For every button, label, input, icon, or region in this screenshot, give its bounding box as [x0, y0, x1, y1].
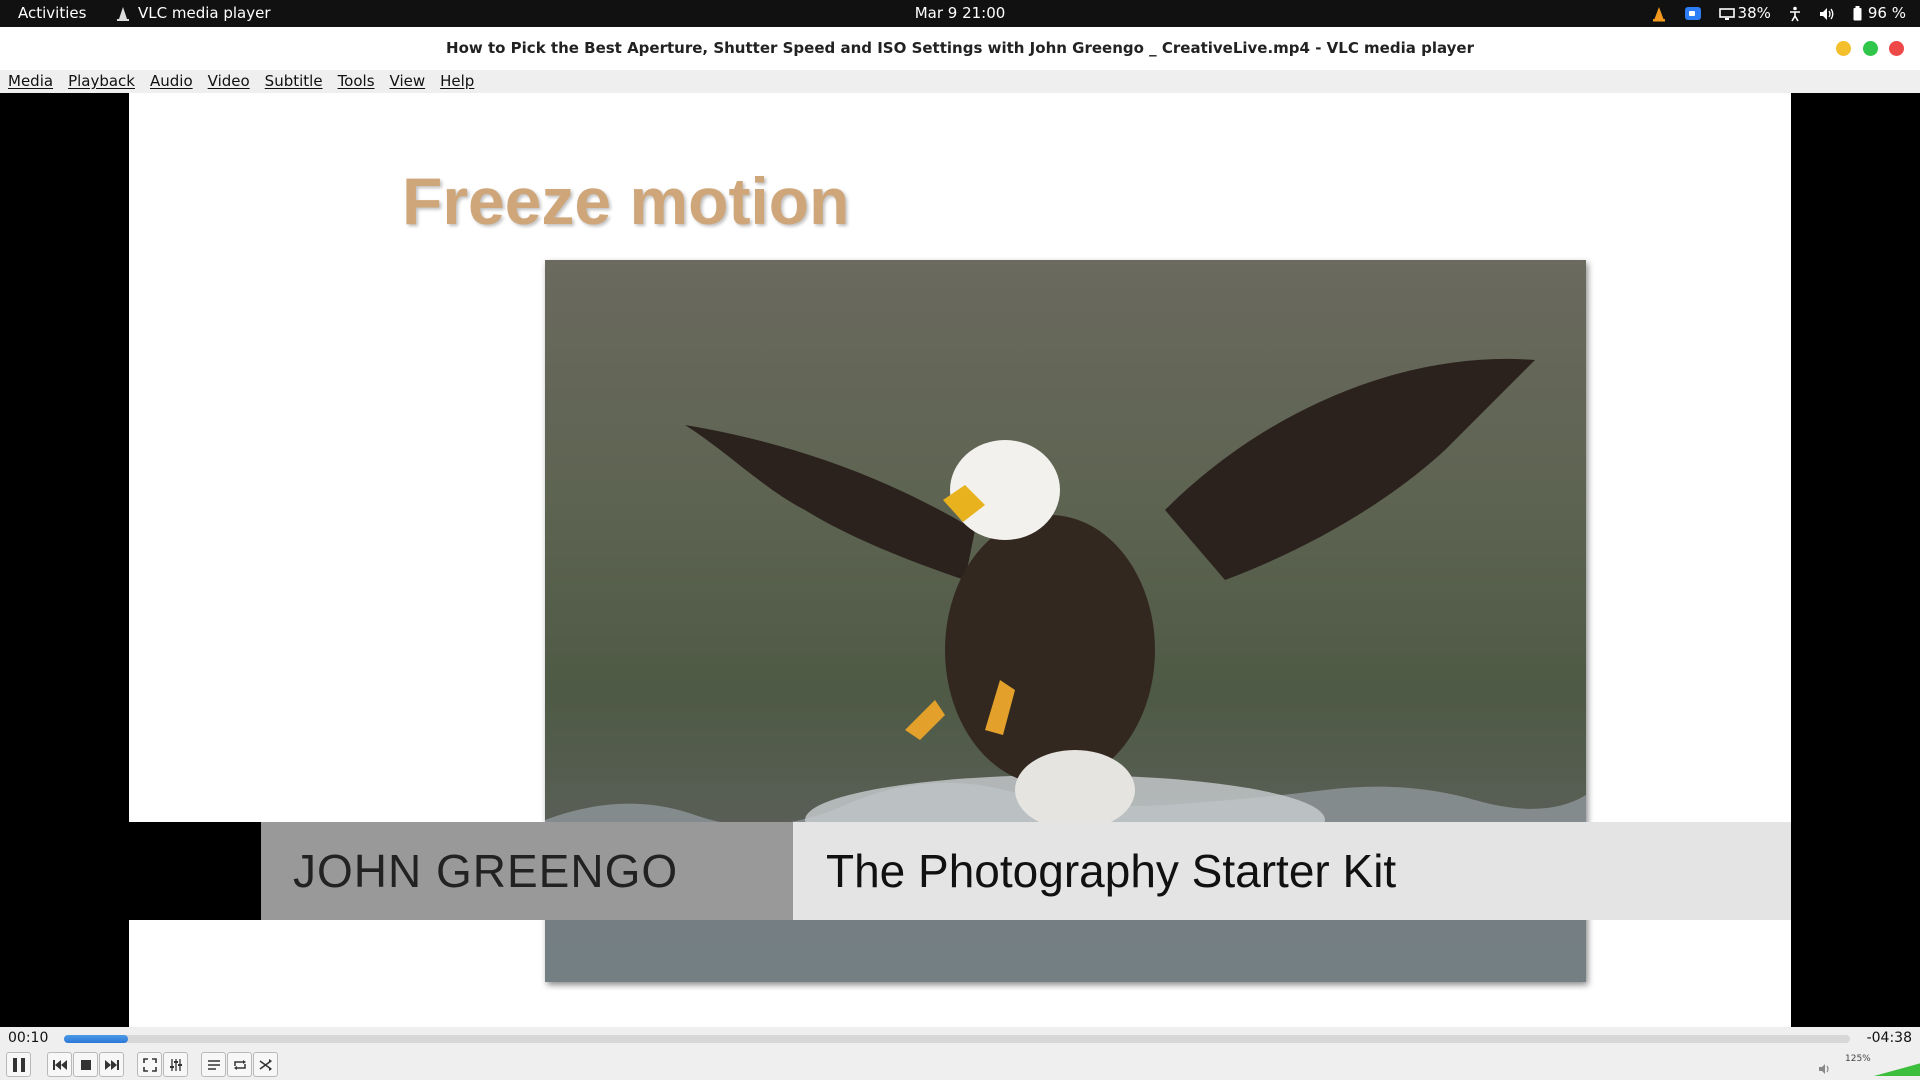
volume-slider[interactable] — [1874, 1054, 1920, 1078]
minimize-button[interactable] — [1836, 41, 1851, 56]
battery-indicator[interactable]: 96 % — [1853, 0, 1906, 27]
battery-icon — [1853, 6, 1862, 21]
equalizer-icon — [169, 1058, 182, 1071]
fullscreen-icon — [142, 1057, 157, 1072]
menu-media[interactable]: Media — [0, 70, 60, 93]
menu-subtitle[interactable]: Subtitle — [257, 70, 330, 93]
seek-progress — [64, 1035, 129, 1043]
shuffle-button[interactable] — [253, 1052, 278, 1077]
speaker-icon — [1819, 1064, 1829, 1074]
previous-button[interactable] — [47, 1052, 72, 1077]
next-icon — [104, 1059, 119, 1070]
stop-icon — [80, 1059, 91, 1070]
pause-button[interactable] — [6, 1052, 31, 1077]
video-frame: Freeze motion JOHN GREENGO The Photograp… — [129, 93, 1791, 1027]
volume-icon[interactable] — [1819, 7, 1835, 21]
accessibility-icon[interactable] — [1789, 6, 1801, 22]
lower-third-black-bar — [129, 822, 261, 920]
menu-playback[interactable]: Playback — [60, 70, 142, 93]
seek-bar[interactable] — [64, 1035, 1850, 1043]
battery-text: 96 % — [1867, 4, 1906, 22]
remaining-time[interactable]: -04:38 — [1867, 1030, 1912, 1046]
maximize-button[interactable] — [1863, 41, 1878, 56]
playlist-button[interactable] — [201, 1052, 226, 1077]
vlc-tray-icon[interactable] — [1651, 6, 1667, 22]
close-button[interactable] — [1889, 41, 1904, 56]
loop-icon — [233, 1059, 246, 1070]
next-button[interactable] — [99, 1052, 124, 1077]
stop-button[interactable] — [73, 1052, 98, 1077]
lower-third-name: JOHN GREENGO — [261, 822, 793, 920]
menu-tools[interactable]: Tools — [330, 70, 382, 93]
lower-third-title: The Photography Starter Kit — [793, 822, 1791, 920]
loop-button[interactable] — [227, 1052, 252, 1077]
screen-usage-text: 38% — [1737, 4, 1771, 22]
screen-usage-indicator[interactable]: 38% — [1718, 0, 1771, 27]
status-area[interactable]: 38% 96 % — [1651, 0, 1906, 27]
elapsed-time[interactable]: 00:10 — [8, 1030, 48, 1046]
fullscreen-button[interactable] — [137, 1052, 162, 1077]
previous-icon — [52, 1059, 67, 1070]
menu-video[interactable]: Video — [200, 70, 257, 93]
shuffle-icon — [259, 1058, 272, 1071]
pause-icon — [12, 1057, 25, 1072]
zoom-tray-icon[interactable] — [1684, 7, 1701, 20]
window-title: How to Pick the Best Aperture, Shutter S… — [446, 39, 1474, 57]
video-surface[interactable]: Freeze motion JOHN GREENGO The Photograp… — [0, 93, 1920, 1027]
monitor-icon — [1718, 7, 1735, 20]
system-top-bar: Activities VLC media player Mar 9 21:00 … — [0, 0, 1920, 27]
menu-view[interactable]: View — [382, 70, 433, 93]
menu-bar: Media Playback Audio Video Subtitle Tool… — [0, 70, 1920, 94]
playback-controls: 00:10 -04:38 125% — [0, 1027, 1920, 1080]
playlist-icon — [207, 1059, 220, 1070]
menu-help[interactable]: Help — [432, 70, 481, 93]
menu-audio[interactable]: Audio — [142, 70, 200, 93]
clock[interactable]: Mar 9 21:00 — [0, 0, 1920, 27]
extended-settings-button[interactable] — [163, 1052, 188, 1077]
volume-level-text: 125% — [1845, 1054, 1871, 1064]
window-title-bar[interactable]: How to Pick the Best Aperture, Shutter S… — [0, 27, 1920, 70]
slide-title: Freeze motion — [402, 164, 850, 238]
